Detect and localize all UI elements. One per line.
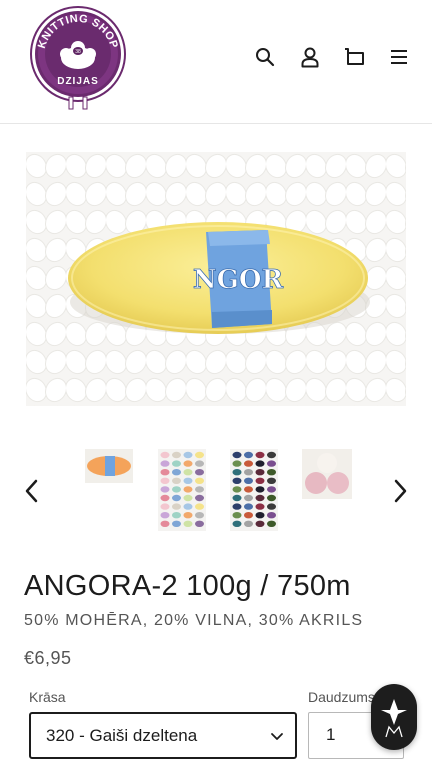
brand-mark-icon xyxy=(381,699,407,738)
site-header: KNITTING SHOP 38 DZIJAS xyxy=(0,0,432,124)
logo-text-bottom: DZIJAS xyxy=(57,76,99,87)
quantity-value: 1 xyxy=(326,725,336,744)
search-icon[interactable] xyxy=(252,44,278,70)
product-composition: 50% MOHĒRA, 20% VILNA, 30% AKRILS xyxy=(24,612,364,629)
thumb-prev-arrow[interactable] xyxy=(18,476,44,506)
thumbnail-4[interactable] xyxy=(302,449,352,499)
shop-logo[interactable]: KNITTING SHOP 38 DZIJAS xyxy=(26,4,130,112)
logo-badge: 38 xyxy=(75,49,81,55)
thumbnail-3[interactable] xyxy=(230,449,278,531)
label-text: NGOR xyxy=(193,265,284,295)
cart-icon[interactable] xyxy=(341,44,367,70)
product-title: ANGORA-2 100g / 750m xyxy=(24,570,351,602)
color-label: Krāsa xyxy=(29,689,66,705)
thumbnail-1[interactable] xyxy=(85,449,133,483)
thumb-next-arrow[interactable] xyxy=(388,476,414,506)
chat-widget-button[interactable] xyxy=(371,684,417,750)
menu-icon[interactable] xyxy=(386,44,412,70)
thumbnail-2[interactable] xyxy=(158,449,206,531)
product-main-image[interactable]: NGOR xyxy=(26,152,406,406)
color-select[interactable]: 320 - Gaiši dzeltena xyxy=(29,712,297,759)
product-price: €6,95 xyxy=(24,648,72,668)
account-icon[interactable] xyxy=(297,44,323,70)
quantity-label: Daudzums xyxy=(308,689,375,705)
chevron-down-icon xyxy=(269,728,285,748)
color-select-value: 320 - Gaiši dzeltena xyxy=(46,726,198,745)
